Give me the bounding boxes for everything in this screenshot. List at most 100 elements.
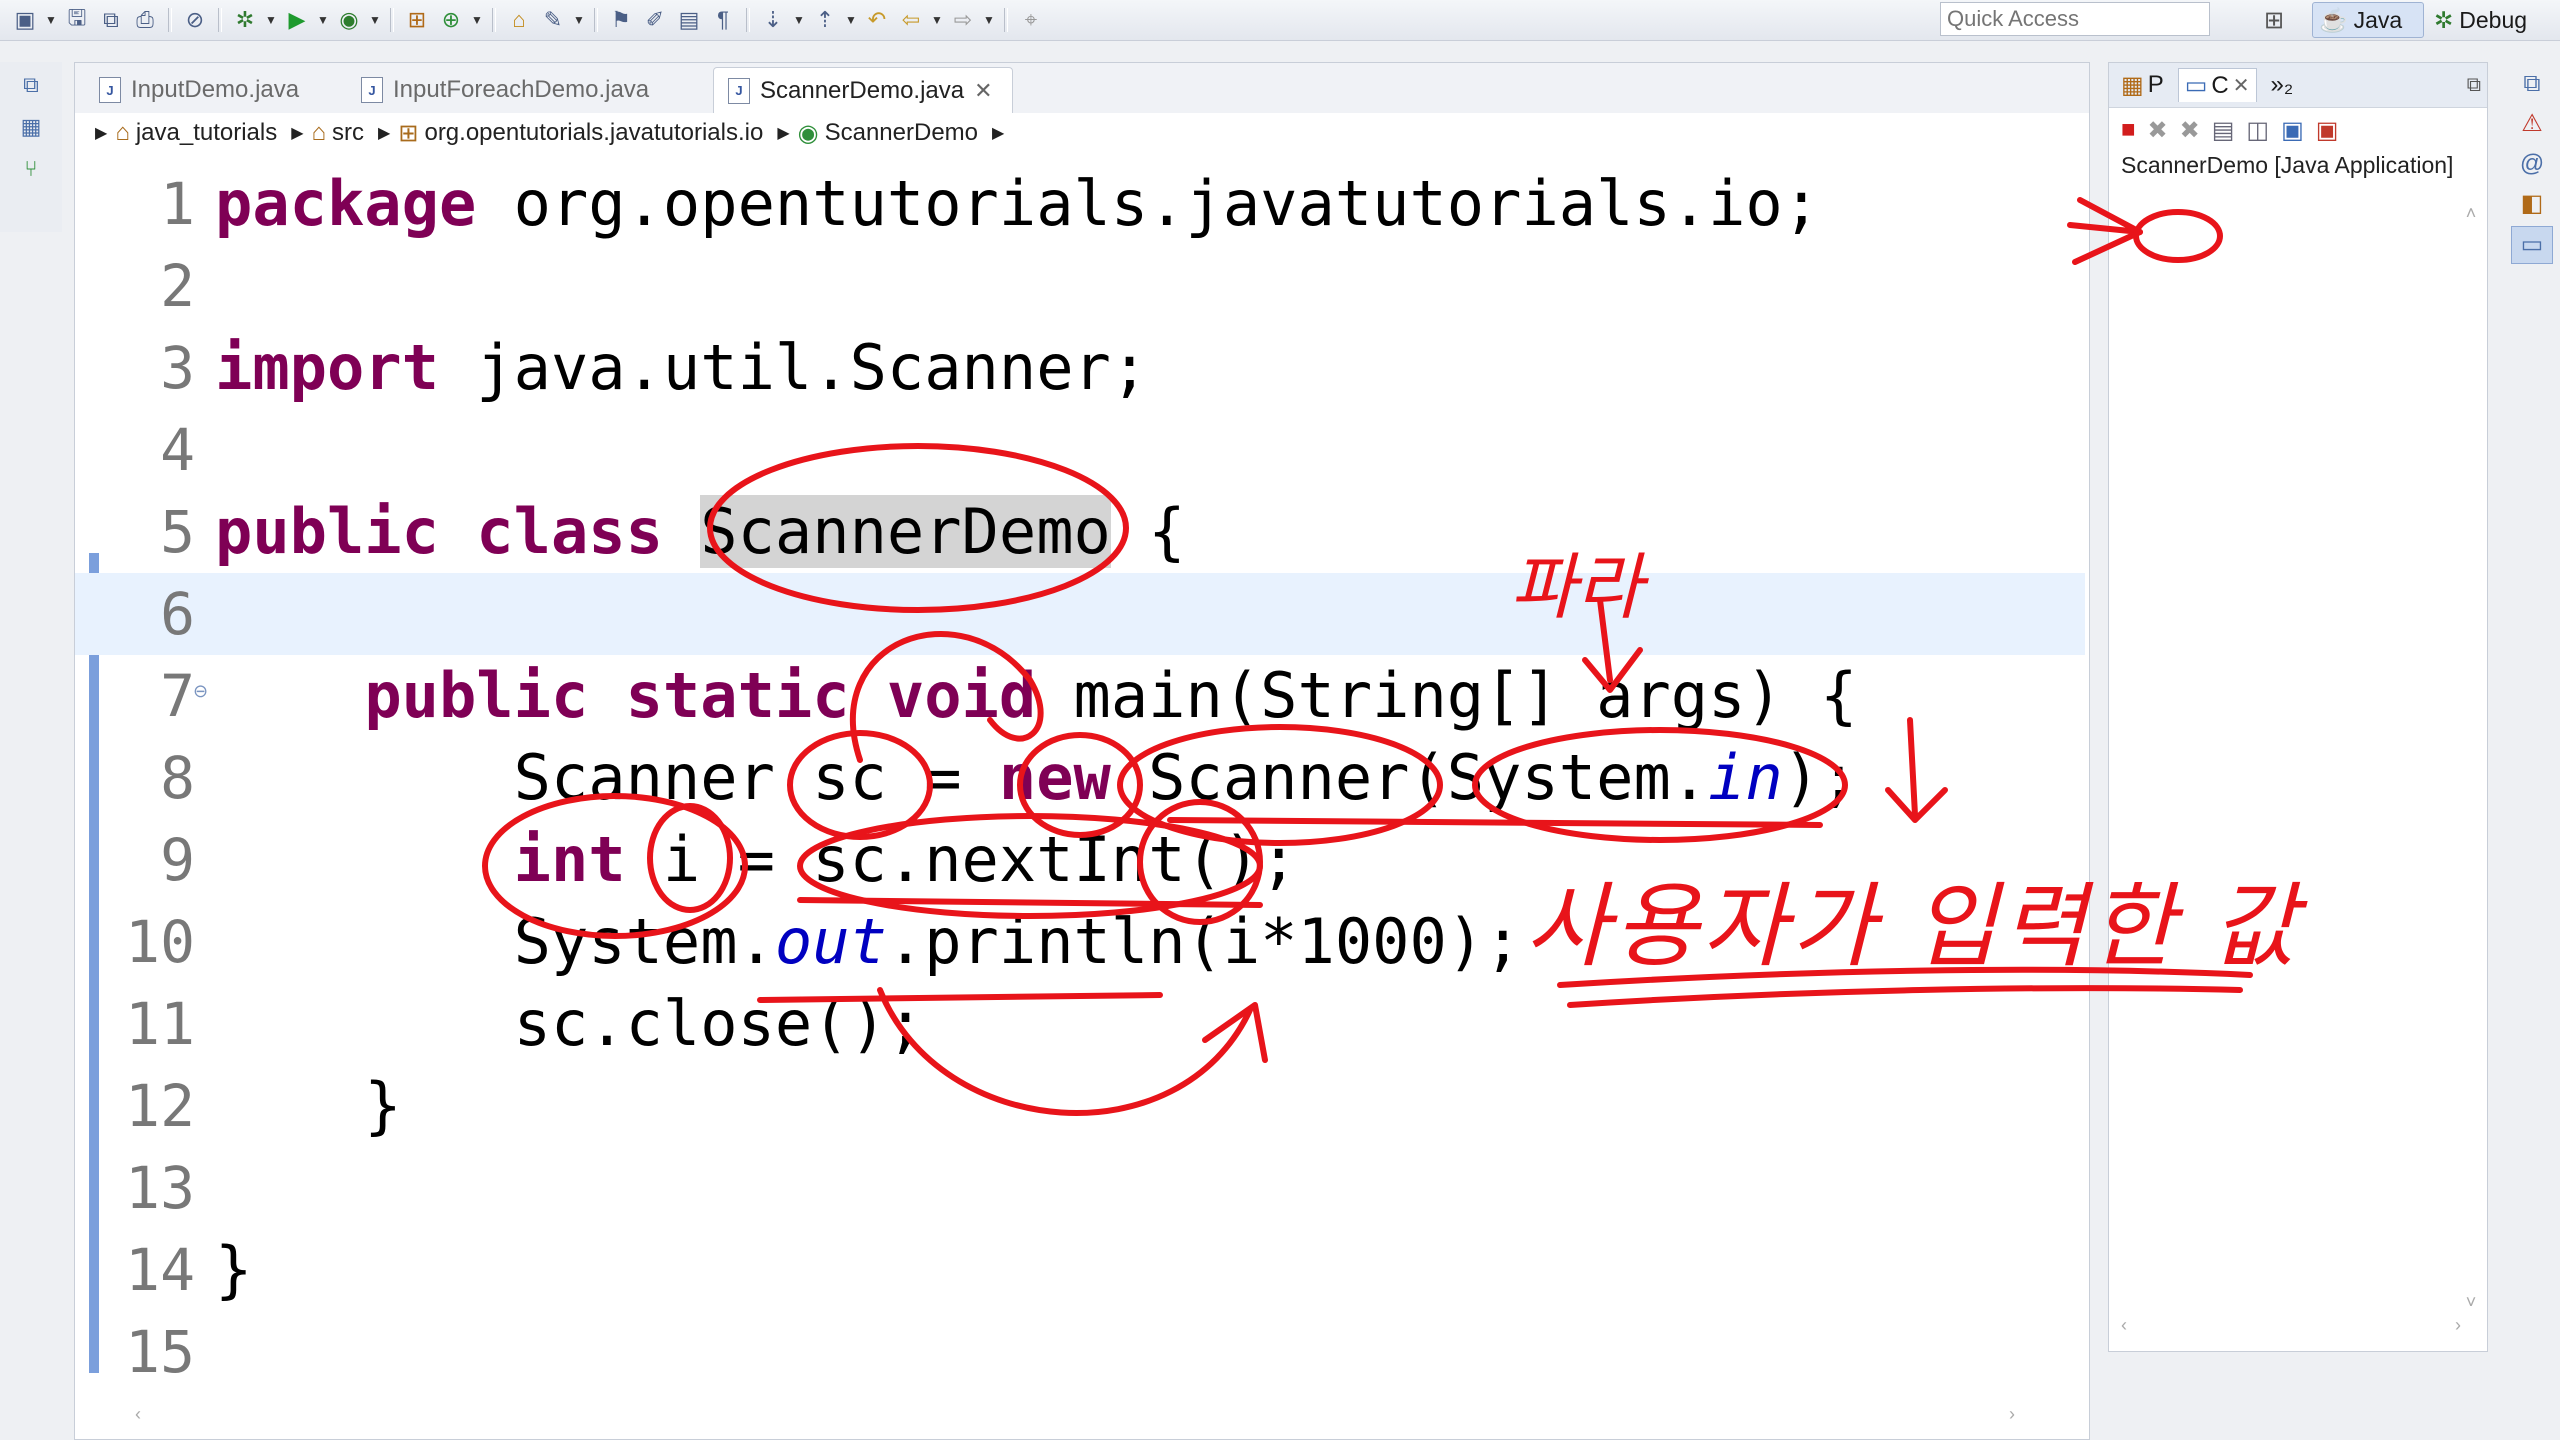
scroll-left-icon[interactable]: ‹	[2121, 1315, 2127, 1337]
new-file-icon[interactable]: ▣	[10, 5, 40, 35]
code-line: 1 package org.opentutorials.javatutorial…	[75, 163, 2089, 245]
pin-console-icon[interactable]: ◫	[2246, 116, 2269, 145]
scroll-right-icon[interactable]: ›	[2009, 1404, 2015, 1425]
back-dropdown-icon[interactable]: ▼	[930, 5, 944, 35]
back-icon[interactable]: ⇦	[896, 5, 926, 35]
class-icon: ◉	[797, 119, 819, 147]
search-icon[interactable]: ✎	[538, 5, 568, 35]
forward-dropdown-icon[interactable]: ▼	[982, 5, 996, 35]
line-number: 10	[125, 908, 195, 976]
new-java-project-icon[interactable]: ⊞	[402, 5, 432, 35]
code-text: public class ScannerDemo {	[215, 495, 1186, 568]
terminate-icon[interactable]: ■	[2121, 116, 2136, 144]
run-dropdown-icon[interactable]: ▼	[316, 5, 330, 35]
close-icon[interactable]: ✕	[974, 78, 992, 104]
next-annotation-icon[interactable]: ⇣	[758, 5, 788, 35]
quick-access-input[interactable]	[1940, 2, 2210, 36]
tab-console[interactable]: ▭ C ✕	[2177, 68, 2257, 102]
perspective-debug-button[interactable]: ✲ Debug	[2428, 2, 2558, 38]
pin-editor-icon[interactable]: ⌖	[1016, 5, 1046, 35]
scroll-right-icon[interactable]: ›	[2455, 1315, 2461, 1337]
restore-icon[interactable]: ⧉	[2512, 66, 2552, 102]
coverage-icon[interactable]: ◉	[334, 5, 364, 35]
console-horizontal-scrollbar[interactable]: ‹ ›	[2121, 1315, 2461, 1337]
debug-dropdown-icon[interactable]: ▼	[264, 5, 278, 35]
next-annotation-dropdown-icon[interactable]: ▼	[792, 5, 806, 35]
javadoc-icon[interactable]: @	[2512, 146, 2552, 182]
last-edit-icon[interactable]: ↶	[862, 5, 892, 35]
close-icon[interactable]: ✕	[2233, 73, 2250, 98]
breadcrumb-label: java_tutorials	[135, 119, 278, 146]
scroll-left-icon[interactable]: ‹	[135, 1404, 141, 1425]
run-icon[interactable]: ▶	[282, 5, 312, 35]
chevron-right-icon[interactable]: ▶	[95, 123, 107, 143]
toggle-edit-icon[interactable]: ✐	[640, 5, 670, 35]
code-line: 3 import java.util.Scanner;	[75, 327, 2089, 409]
line-number: 9	[160, 826, 195, 894]
chevron-right-icon[interactable]: ▶	[291, 123, 303, 143]
code-line: 5 public class ScannerDemo {	[75, 491, 2089, 573]
package-explorer-icon[interactable]: ▦	[15, 114, 47, 146]
breadcrumb-package[interactable]: ⊞ org.opentutorials.javatutorials.io	[398, 119, 763, 148]
previous-annotation-dropdown-icon[interactable]: ▼	[844, 5, 858, 35]
toolbar-separator	[1004, 8, 1008, 32]
main-toolbar: ▣ ▼ 🖫 ⧉ ⎙ ⊘ ✲ ▼ ▶ ▼ ◉ ▼ ⊞ ⊕ ▼ ⌂ ✎ ▼ ⚑ ✐ …	[0, 0, 2560, 41]
coverage-dropdown-icon[interactable]: ▼	[368, 5, 382, 35]
console-icon[interactable]: ▭	[2511, 226, 2553, 264]
java-file-icon: J	[99, 77, 121, 103]
code-line: 13	[75, 1147, 2089, 1229]
fold-toggle-icon[interactable]: ⊖	[193, 681, 208, 702]
scroll-lock-icon[interactable]: ▤	[2212, 116, 2235, 145]
code-text: Scanner sc = new Scanner(System.in);	[215, 741, 1858, 814]
breadcrumb-label: ScannerDemo	[824, 119, 979, 146]
line-number: 1	[160, 170, 195, 238]
annotation-text-param: 파라	[1510, 545, 1643, 629]
tab-inputforeachdemo[interactable]: J InputForeachDemo.java	[347, 67, 667, 113]
scroll-up-icon[interactable]: ˄	[2466, 203, 2477, 224]
view-overflow[interactable]: »₂	[2265, 69, 2300, 101]
restore-icon[interactable]: ⧉	[15, 72, 47, 104]
print-icon[interactable]: ⎙	[130, 5, 160, 35]
new-class-dropdown-icon[interactable]: ▼	[470, 5, 484, 35]
toggle-mark-icon[interactable]: ⚑	[606, 5, 636, 35]
console-vertical-scrollbar[interactable]: ˄ ˅	[2463, 203, 2479, 1313]
new-class-icon[interactable]: ⊕	[436, 5, 466, 35]
forward-icon[interactable]: ⇨	[948, 5, 978, 35]
scroll-down-icon[interactable]: ˅	[2466, 1292, 2477, 1313]
breadcrumb-label: src	[332, 119, 365, 146]
type-hierarchy-icon[interactable]: ⑂	[15, 156, 47, 188]
debug-icon[interactable]: ✲	[230, 5, 260, 35]
save-all-icon[interactable]: ⧉	[96, 5, 126, 35]
toolbar-separator	[168, 8, 172, 32]
show-whitespace-icon[interactable]: ¶	[708, 5, 738, 35]
save-icon[interactable]: 🖫	[62, 5, 92, 35]
perspective-java-button[interactable]: ☕ Java	[2312, 2, 2424, 38]
minimize-icon[interactable]: ⧉	[2467, 74, 2481, 97]
breadcrumb-class[interactable]: ◉ ScannerDemo	[798, 119, 978, 148]
chevron-right-icon[interactable]: ▶	[378, 123, 390, 143]
breadcrumb-src[interactable]: ⌂ src	[312, 119, 365, 147]
open-type-icon[interactable]: ⌂	[504, 5, 534, 35]
editor-horizontal-scrollbar[interactable]: ‹ ›	[135, 1403, 2015, 1425]
skip-breakpoints-icon[interactable]: ⊘	[180, 5, 210, 35]
new-dropdown-icon[interactable]: ▼	[44, 5, 58, 35]
remove-launch-icon[interactable]: ✖	[2148, 116, 2168, 145]
search-dropdown-icon[interactable]: ▼	[572, 5, 586, 35]
block-select-icon[interactable]: ▤	[674, 5, 704, 35]
tab-scannerdemo[interactable]: J ScannerDemo.java ✕	[713, 67, 1013, 113]
remove-all-terminated-icon[interactable]: ✖	[2180, 116, 2200, 145]
chevron-right-icon[interactable]: ▶	[777, 123, 789, 143]
breadcrumb-project[interactable]: ⌂ java_tutorials	[115, 119, 277, 147]
open-perspective-icon[interactable]: ⊞	[2258, 4, 2290, 36]
open-console-icon[interactable]: ▣	[2316, 116, 2339, 145]
tab-package-explorer[interactable]: ▦ P	[2115, 69, 2170, 102]
problems-icon[interactable]: ⚠	[2512, 106, 2552, 142]
perspective-debug-label: Debug	[2459, 6, 2528, 33]
chevron-right-icon[interactable]: ▶	[992, 123, 1004, 143]
tab-inputdemo[interactable]: J InputDemo.java	[85, 67, 315, 113]
display-selected-console-icon[interactable]: ▣	[2281, 116, 2304, 145]
code-area[interactable]: 1 package org.opentutorials.javatutorial…	[75, 163, 2089, 1423]
line-number: 14	[125, 1236, 195, 1304]
declaration-icon[interactable]: ◧	[2512, 186, 2552, 222]
previous-annotation-icon[interactable]: ⇡	[810, 5, 840, 35]
